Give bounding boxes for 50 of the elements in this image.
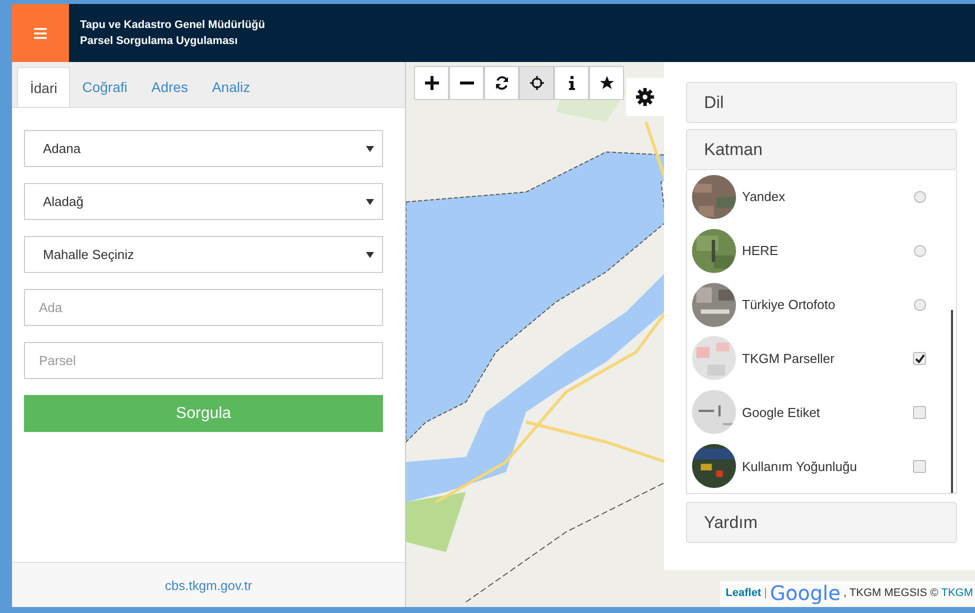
radio-button[interactable] <box>914 190 926 203</box>
radio-button[interactable] <box>914 244 926 257</box>
plus-icon <box>424 76 438 90</box>
settings-button[interactable] <box>626 78 664 116</box>
map-tool-button[interactable] <box>449 66 484 100</box>
section-header[interactable]: Dil <box>686 82 957 123</box>
tab[interactable]: Analiz <box>200 67 262 107</box>
refresh-icon <box>494 76 508 90</box>
dropdown[interactable]: Adana <box>24 130 383 167</box>
tkgm-link[interactable]: TKGM <box>941 587 973 599</box>
dropdown[interactable]: Mahalle Seçiniz <box>24 236 383 273</box>
info-icon <box>568 76 574 90</box>
caret-icon <box>366 252 374 258</box>
layer-name: Yandex <box>742 189 786 204</box>
map-tool-button[interactable] <box>589 66 624 100</box>
crosshair-icon <box>530 76 544 90</box>
caret-icon <box>366 146 374 152</box>
section-header[interactable]: Yardım <box>686 502 957 543</box>
input-field[interactable]: Ada <box>24 289 383 326</box>
layer-name: HERE <box>742 243 780 258</box>
star-icon <box>600 76 614 90</box>
app-title: Tapu ve Kadastro Genel Müdürlüğü <box>80 19 265 31</box>
map-tool-button[interactable] <box>484 66 519 100</box>
caret-icon <box>366 198 374 204</box>
dropdown[interactable]: Aladağ <box>24 183 383 220</box>
app-subtitle: Parsel Sorgulama Uygulaması <box>80 35 239 47</box>
settings-icon <box>636 88 654 106</box>
checkbox[interactable] <box>913 352 926 365</box>
layer-name: Google Etiket <box>742 404 822 420</box>
input-field[interactable]: Parsel <box>24 342 383 379</box>
layer-name: Türkiye Ortofoto <box>742 297 836 312</box>
footer-link[interactable]: cbs.tkgm.gov.tr <box>164 578 252 592</box>
map-tool-button[interactable] <box>554 66 589 100</box>
layer-name: Kullanım Yoğunluğu <box>742 458 858 474</box>
query-button[interactable]: Sorgula <box>24 395 383 432</box>
checkbox[interactable] <box>913 406 926 419</box>
section-header[interactable]: Katman <box>686 129 957 170</box>
radio-button[interactable] <box>914 298 926 311</box>
checkbox[interactable] <box>913 460 926 473</box>
layer-name: TKGM Parseller <box>742 350 836 366</box>
tab[interactable]: Coğrafi <box>70 67 140 107</box>
separator: | <box>764 587 767 599</box>
tab[interactable]: Adres <box>139 67 200 107</box>
tab[interactable]: İdari <box>17 67 70 107</box>
google-logo: Google <box>770 581 841 605</box>
map-tool-button[interactable] <box>414 66 449 100</box>
map-tool-button[interactable] <box>519 66 554 100</box>
leaflet-link[interactable]: Leaflet <box>726 587 762 599</box>
attribution-text: , TKGM MEGSIS © <box>844 587 938 599</box>
menu-button[interactable]: ≡ <box>12 4 69 62</box>
